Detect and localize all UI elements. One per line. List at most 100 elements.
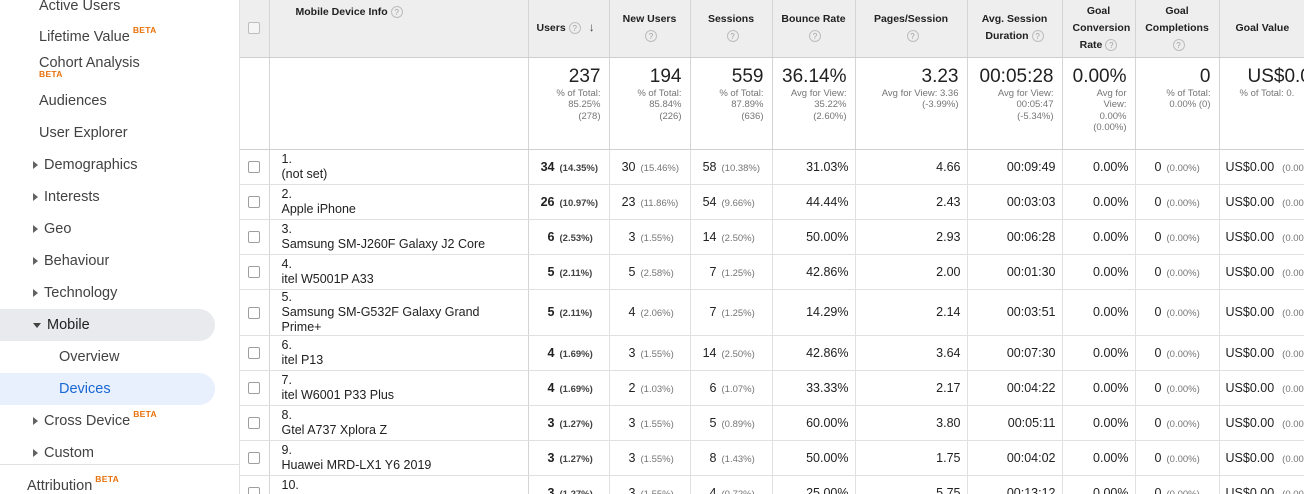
row-select-cell[interactable] [240,149,270,185]
table-row[interactable]: 6.itel P13 4 (1.69%) 3 (1.55%) 14 (2.50%) 42.86… [240,335,1304,371]
row-select-cell[interactable] [240,475,270,494]
summary-note: (-3.99%) [922,99,959,110]
device-cell[interactable]: 4.itel W5001P A33 [269,254,529,290]
table-row[interactable]: 10.itel L6002P S15 Pro 3 (1.27%) 3 (1.55%) 4 (… [240,475,1304,494]
row-checkbox[interactable] [248,231,261,244]
sidebar-item-technology[interactable]: Technology [0,277,117,309]
bounce-rate-value: 33.33% [806,380,849,395]
header-label: Goal Completions [1145,4,1209,34]
row-checkbox[interactable] [248,382,261,395]
help-icon[interactable]: ? [645,30,657,43]
row-select-cell[interactable] [240,289,270,336]
device-cell[interactable]: 3.Samsung SM-J260F Galaxy J2 Core [269,219,529,255]
sidebar-item-cross-device[interactable]: Cross Device BETA [0,405,157,437]
help-icon[interactable]: ? [906,30,919,43]
summary-avg-session-duration: 00:05:28 Avg for View: 00:05:47 (-5.34%) [967,57,1063,150]
header-sessions[interactable]: Sessions? [690,0,773,58]
row-select-cell[interactable] [240,440,270,476]
sidebar-item-behaviour[interactable]: Behaviour [0,245,109,277]
device-name-link[interactable]: itel W5001P A33 [282,272,504,287]
summary-note: % of Total: [719,87,764,99]
sidebar-item-demographics[interactable]: Demographics [0,149,138,181]
table-row[interactable]: 1.(not set) 34 (14.35%) 30 (15.46%) 58 (10.38%… [240,149,1304,185]
table-row[interactable]: 7.itel W6001 P33 Plus 4 (1.69%) 2 (1.03%) 6 (1… [240,370,1304,406]
row-checkbox[interactable] [248,196,261,209]
sidebar-item-label: Audiences [39,93,107,109]
help-icon[interactable]: ? [568,22,581,35]
row-select-cell[interactable] [240,405,270,441]
table-row[interactable]: 3.Samsung SM-J260F Galaxy J2 Core 6 (2.53%… [240,219,1304,255]
row-select-cell[interactable] [240,254,270,290]
new-users-percent: (1.55%) [640,488,674,494]
header-pages-per-session[interactable]: Pages/Session? [855,0,968,58]
row-checkbox[interactable] [248,347,261,360]
row-select-cell[interactable] [240,219,270,255]
header-goal-completions[interactable]: Goal Completions? [1135,0,1220,58]
goal-conversion-rate-cell: 0.00% [1062,254,1136,290]
help-icon[interactable]: ? [726,30,739,43]
table-row[interactable]: 5.Samsung SM-G532F Galaxy Grand Prime+ 5 (… [240,289,1304,336]
header-goal-conversion-rate[interactable]: Goal Conversion Rate? [1062,0,1136,58]
sessions-cell: 14 (2.50%) [690,219,773,255]
device-name-link[interactable]: Apple iPhone [282,202,504,217]
summary-bounce-rate: 36.14% Avg for View: 35.22% (2.60%) [772,57,856,150]
sort-descending-icon[interactable]: ↓ [589,19,595,36]
header-goal-value[interactable]: Goal Value [1219,0,1304,58]
help-icon[interactable]: ? [1172,38,1185,51]
goal-conversion-rate-value: 0.00% [1093,380,1129,395]
header-new-users[interactable]: New Users? [609,0,691,58]
sidebar-item-interests[interactable]: Interests [0,181,100,213]
table-row[interactable]: 2.Apple iPhone 26 (10.97%) 23 (11.86%) 54 (9.6… [240,184,1304,220]
device-cell[interactable]: 2.Apple iPhone [269,184,529,220]
row-select-cell[interactable] [240,370,270,406]
device-name-link[interactable]: itel P13 [282,353,504,368]
row-checkbox[interactable] [248,266,261,279]
header-bounce-rate[interactable]: Bounce Rate? [772,0,856,58]
device-name-link[interactable]: Gtel A737 Xplora Z [282,423,504,438]
device-cell[interactable]: 9.Huawei MRD-LX1 Y6 2019 [269,440,529,476]
table-row[interactable]: 8.Gtel A737 Xplora Z 3 (1.27%) 3 (1.55%) 5 (0.… [240,405,1304,441]
goal-completions-percent: (0.00%) [1166,162,1200,174]
select-all-checkbox[interactable] [248,21,261,34]
device-cell[interactable]: 7.itel W6001 P33 Plus [269,370,529,406]
row-checkbox[interactable] [248,417,261,430]
sidebar-item-cohort-analysis[interactable]: Cohort Analysis [0,47,140,79]
table-row[interactable]: 9.Huawei MRD-LX1 Y6 2019 3 (1.27%) 3 (1.55%)… [240,440,1304,476]
sidebar-item-active-users[interactable]: Active Users [0,0,120,22]
sidebar-item-devices[interactable]: Devices [0,373,215,405]
row-checkbox[interactable] [248,306,261,319]
sidebar-item-geo[interactable]: Geo [0,213,71,245]
row-checkbox[interactable] [248,487,261,494]
device-name-link[interactable]: Samsung SM-G532F Galaxy Grand Prime+ [282,305,504,335]
sessions-percent: (1.25%) [721,267,755,279]
sidebar-item-mobile[interactable]: Mobile [0,309,215,341]
device-name-link[interactable]: Samsung SM-J260F Galaxy J2 Core [282,237,504,252]
device-cell[interactable]: 8.Gtel A737 Xplora Z [269,405,529,441]
row-select-cell[interactable] [240,335,270,371]
help-icon[interactable]: ? [1105,38,1118,51]
header-label: Bounce Rate [781,13,846,26]
row-select-cell[interactable] [240,184,270,220]
header-mobile-device-info[interactable]: Mobile Device Info? [269,0,529,58]
help-icon[interactable]: ? [809,30,821,43]
device-cell[interactable]: 6.itel P13 [269,335,529,371]
sidebar-item-attribution[interactable]: Attribution BETA [0,470,119,494]
device-cell[interactable]: 5.Samsung SM-G532F Galaxy Grand Prime+ [269,289,529,336]
sidebar-item-user-explorer[interactable]: User Explorer [0,117,128,149]
help-icon[interactable]: ? [390,6,403,19]
header-avg-session-duration[interactable]: Avg. Session Duration? [967,0,1063,58]
header-select-all[interactable] [240,0,270,58]
row-checkbox[interactable] [248,161,261,174]
sidebar-item-audiences[interactable]: Audiences [0,85,107,117]
device-name-link[interactable]: Huawei MRD-LX1 Y6 2019 [282,458,504,473]
device-name-link[interactable]: itel W6001 P33 Plus [282,388,504,403]
device-cell[interactable]: 1.(not set) [269,149,529,185]
header-users[interactable]: Users? ↓ [528,0,610,58]
sidebar-item-overview[interactable]: Overview [0,341,119,373]
device-name-link[interactable]: (not set) [282,167,504,182]
help-icon[interactable]: ? [1031,30,1044,43]
summary-note: (636) [741,110,764,122]
table-row[interactable]: 4.itel W5001P A33 5 (2.11%) 5 (2.58%) 7 (1.25%… [240,254,1304,290]
device-cell[interactable]: 10.itel L6002P S15 Pro [269,475,529,494]
row-checkbox[interactable] [248,452,261,465]
